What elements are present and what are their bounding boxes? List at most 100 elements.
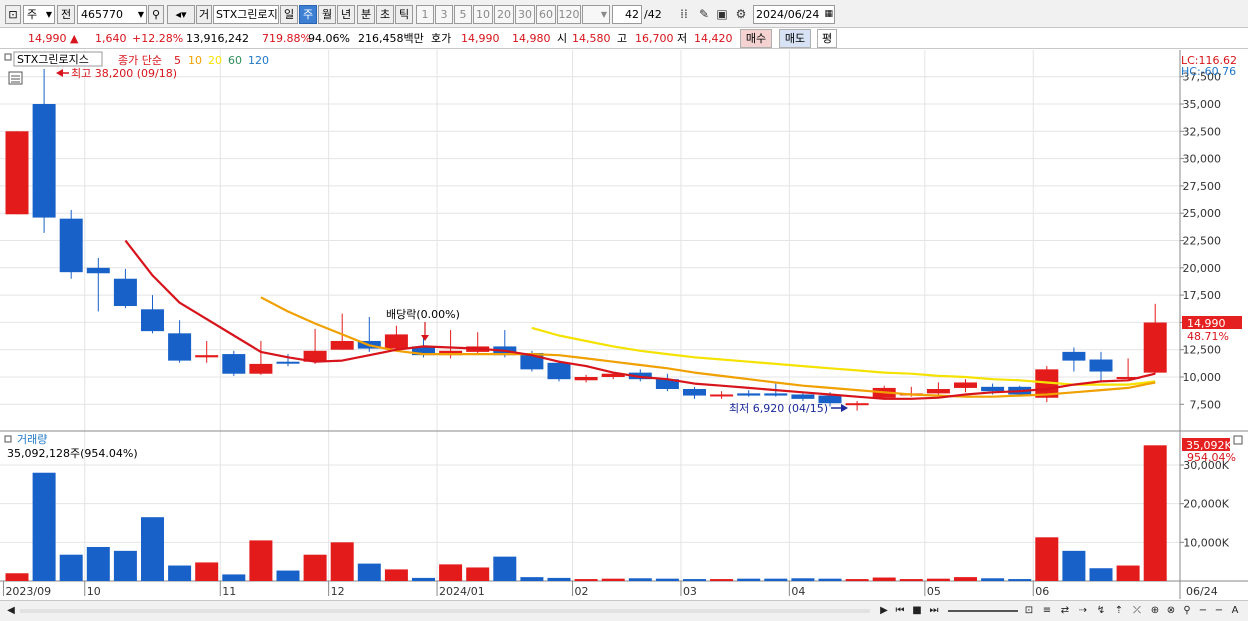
save-icon[interactable]: ▣ — [714, 6, 730, 22]
calendar-icon[interactable]: ▦ — [824, 6, 833, 23]
price-tick-label: 12,500 — [1183, 344, 1222, 357]
tool-icon[interactable]: ↯ — [1094, 604, 1108, 618]
volume-bar — [1062, 550, 1086, 581]
volume-bar — [601, 578, 625, 581]
turnover-ratio: 94.06% — [308, 32, 350, 45]
volume-bar — [276, 570, 300, 581]
volume-bar — [493, 556, 517, 581]
candle-body — [683, 389, 706, 396]
candle-body — [954, 382, 977, 388]
sound-icon[interactable]: ◂▾ — [167, 5, 195, 24]
candle-body — [574, 377, 598, 381]
sell-button[interactable]: 매도 — [779, 29, 811, 48]
period-minute-button[interactable]: 분 — [357, 5, 375, 24]
volume-legend-label: 거래량 — [17, 433, 47, 446]
price-tick-label: 32,500 — [1183, 125, 1222, 138]
volume-bar — [32, 472, 56, 581]
scroll-right-icon[interactable]: ▶ — [877, 604, 891, 618]
compress-icon[interactable]: ⁞⁞ — [676, 6, 692, 22]
gear-icon[interactable]: ⚙ — [733, 6, 749, 22]
period-month-button[interactable]: 월 — [318, 5, 336, 24]
tool-icon[interactable]: ⇄ — [1058, 604, 1072, 618]
interval-button[interactable]: 120 — [557, 5, 581, 24]
high-price: 16,700 — [635, 32, 674, 45]
interval-button[interactable]: 5 — [454, 5, 472, 24]
tool-icon[interactable]: ⊡ — [1022, 604, 1036, 618]
low-label: 저 — [677, 32, 688, 45]
interval-button[interactable]: 20 — [494, 5, 514, 24]
volume-bar — [926, 578, 950, 581]
candle-body — [845, 403, 869, 406]
date-tick-label: 04 — [791, 585, 805, 598]
tool-icon[interactable]: ≡ — [1040, 604, 1054, 618]
price-marker-pct: 48.71% — [1187, 330, 1229, 343]
count-input[interactable]: 42 — [612, 5, 642, 24]
interval-button[interactable]: 60 — [536, 5, 556, 24]
interval-button[interactable]: 3 — [435, 5, 453, 24]
stock-name-field: STX그린로지 — [213, 5, 279, 24]
date-tick-label: 12 — [331, 585, 345, 598]
average-button[interactable]: 평 — [817, 29, 837, 48]
tool-icon[interactable]: ⊕ — [1148, 604, 1162, 618]
period-week-button[interactable]: 주 — [299, 5, 317, 24]
interval-button[interactable]: 1 — [416, 5, 434, 24]
hc-label: HC:-60.76 — [1181, 65, 1236, 78]
scroll-track[interactable] — [20, 609, 870, 613]
volume-tick-label: 20,000K — [1183, 498, 1229, 511]
max-annotation: 최고 38,200 (09/18) — [71, 67, 177, 80]
first-icon[interactable]: ⏮ — [893, 604, 907, 618]
candle-body — [330, 340, 354, 350]
legend-ma-label: 종가 단순 — [118, 54, 162, 67]
tool-icon[interactable]: ⇡ — [1112, 604, 1126, 618]
buy-button[interactable]: 매수 — [740, 29, 772, 48]
interval-select[interactable]: ▼ — [582, 5, 610, 24]
volume-bar — [113, 550, 137, 581]
market-select[interactable]: 주 ▼ — [23, 5, 55, 24]
candle-body — [113, 278, 137, 307]
price-tick-label: 27,500 — [1183, 180, 1222, 193]
tool-icon[interactable]: ⊗ — [1164, 604, 1178, 618]
layout-icon[interactable]: ⊡ — [5, 5, 21, 24]
volume-bar — [1089, 568, 1113, 581]
candle-body — [249, 363, 273, 374]
volume-bar — [357, 563, 381, 581]
period-year-button[interactable]: 년 — [337, 5, 355, 24]
candle-body — [1143, 322, 1167, 373]
tool-icon[interactable]: ⇢ — [1076, 604, 1090, 618]
chart-toolbar: ⊡ 주 ▼ 전 465770 ▼ ⚲ ◂▾ 거 STX그린로지 일 주 월 년 분 … — [0, 0, 1248, 28]
interval-button[interactable]: 10 — [473, 5, 493, 24]
price-tick-label: 20,000 — [1183, 262, 1222, 275]
stock-code-input[interactable]: 465770 ▼ — [77, 5, 147, 24]
kind-button[interactable]: 거 — [196, 5, 212, 24]
candle-body — [276, 361, 300, 364]
scroll-left-icon[interactable]: ◀ — [4, 604, 18, 618]
volume-bar — [981, 578, 1005, 581]
zoom-slider[interactable] — [948, 610, 1018, 612]
last-icon[interactable]: ⏭ — [927, 604, 941, 618]
interval-button[interactable]: 30 — [515, 5, 535, 24]
search-icon[interactable]: ⚲ — [148, 5, 164, 24]
volume-bar — [384, 569, 408, 581]
volume-bar — [1035, 537, 1059, 581]
candle-body — [59, 218, 83, 273]
stop-icon[interactable]: ■ — [910, 604, 924, 618]
draw-tool-icon[interactable]: ✎ — [696, 6, 712, 22]
compare-button[interactable]: 전 — [57, 5, 75, 24]
zoom-minus-icon[interactable]: − — [1212, 604, 1226, 618]
zoom-search-icon[interactable]: ⚲ — [1180, 604, 1194, 618]
zoom-out-icon[interactable]: − — [1196, 604, 1210, 618]
zoom-in-icon[interactable]: A — [1228, 604, 1242, 618]
price-marker-label: 14,990 — [1187, 317, 1226, 330]
volume-bar — [628, 578, 652, 581]
volume-bar — [1008, 579, 1032, 582]
date-input[interactable]: 2024/06/24 ▦ — [753, 5, 835, 24]
tool-icon[interactable]: ⤫ — [1130, 604, 1144, 618]
price-tick-label: 22,500 — [1183, 235, 1222, 248]
volume-axis: 10,000K20,000K30,000K — [1180, 459, 1230, 549]
period-day-button[interactable]: 일 — [280, 5, 298, 24]
period-tick-button[interactable]: 틱 — [395, 5, 413, 24]
ask-price: 14,990 — [461, 32, 500, 45]
period-second-button[interactable]: 초 — [376, 5, 394, 24]
close-pane-icon[interactable] — [1233, 435, 1243, 445]
scroll-bar[interactable]: ◀ ▶ ⏮ ■ ⏭ ⊡ ≡ ⇄ ⇢ ↯ ⇡ ⤫ ⊕ ⊗ ⚲ − − A — [0, 600, 1248, 621]
